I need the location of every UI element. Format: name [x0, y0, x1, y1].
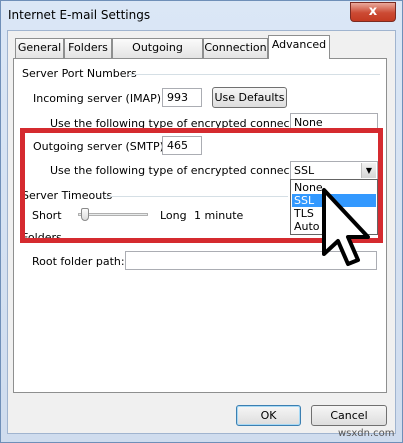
- outgoing-encryption-select[interactable]: SSL ▼: [290, 161, 378, 180]
- cancel-button[interactable]: Cancel: [311, 405, 387, 426]
- outgoing-server-label: Outgoing server (SMTP):: [33, 140, 168, 153]
- incoming-encryption-label: Use the following type of encrypted conn…: [50, 117, 315, 130]
- incoming-encryption-value: None: [294, 116, 323, 129]
- folders-heading: Folders: [22, 231, 62, 244]
- mouse-cursor-icon: [322, 188, 370, 266]
- watermark: wsxdn.com: [338, 428, 395, 439]
- window-title: Internet E-mail Settings: [8, 8, 151, 22]
- timeout-slider-thumb[interactable]: [81, 208, 89, 221]
- close-button[interactable]: x: [350, 2, 396, 22]
- timeout-short-label: Short: [32, 209, 62, 222]
- tab-folders[interactable]: Folders: [64, 38, 112, 58]
- outgoing-encryption-label: Use the following type of encrypted conn…: [50, 164, 315, 177]
- incoming-port-field[interactable]: 993: [162, 88, 202, 107]
- use-defaults-button[interactable]: Use Defaults: [212, 87, 287, 108]
- timeout-long-label: Long: [160, 209, 187, 222]
- group-divider: [104, 196, 288, 197]
- title-bar: Internet E-mail Settings x: [1, 1, 402, 29]
- incoming-server-label: Incoming server (IMAP):: [33, 92, 165, 105]
- close-icon: x: [368, 4, 378, 19]
- root-folder-label: Root folder path:: [32, 255, 125, 268]
- server-timeouts-heading: Server Timeouts: [22, 189, 113, 202]
- ok-button[interactable]: OK: [236, 405, 301, 426]
- incoming-encryption-select[interactable]: None: [290, 113, 378, 132]
- outgoing-encryption-value: SSL: [294, 164, 315, 177]
- chevron-down-icon[interactable]: ▼: [361, 163, 376, 178]
- tab-outgoing-server[interactable]: Outgoing Server: [112, 38, 203, 72]
- timeout-value: 1 minute: [194, 209, 244, 222]
- tab-connection[interactable]: Connection: [203, 38, 268, 58]
- group-divider: [128, 74, 380, 75]
- tab-advanced[interactable]: Advanced: [268, 35, 330, 59]
- tab-general[interactable]: General: [15, 38, 64, 58]
- server-port-numbers-heading: Server Port Numbers: [22, 67, 137, 80]
- outgoing-port-field[interactable]: 465: [162, 136, 202, 155]
